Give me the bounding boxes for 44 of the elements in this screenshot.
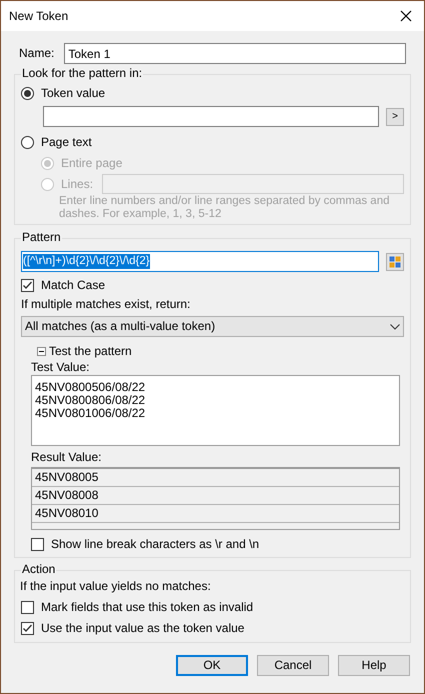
collapse-toggle-icon[interactable] (37, 347, 46, 356)
test-pattern-label: Test the pattern (49, 344, 132, 359)
pattern-builder-button[interactable] (386, 252, 404, 270)
multiple-matches-label: If multiple matches exist, return: (21, 297, 192, 312)
dialog-button[interactable]: Help (338, 655, 410, 676)
checkbox[interactable] (21, 601, 34, 614)
token-value-field[interactable] (43, 106, 379, 127)
close-icon[interactable] (400, 10, 412, 22)
name-label: Name: (19, 46, 54, 61)
checkbox[interactable] (21, 622, 34, 635)
radio-label: Page text (41, 135, 92, 150)
dialog-button[interactable]: OK (176, 655, 248, 676)
grid-icon (389, 256, 401, 268)
radio-label: Lines: (61, 176, 94, 192)
test-value-label: Test Value: (31, 360, 90, 375)
checkbox-label: Show line break characters as \r and \n (51, 537, 260, 552)
multiple-matches-dropdown[interactable]: All matches (as a multi-value token) (21, 316, 404, 337)
radio-button[interactable] (21, 136, 34, 149)
pattern-field[interactable]: ([^\r\n]+)\d{2}\/\d{2}\/\d{2} (21, 251, 379, 272)
result-row: 45NV08005 (32, 469, 399, 487)
test-value-line: 45NV0801006/08/22 (35, 407, 146, 420)
group-title: Look for the pattern in: (21, 66, 144, 81)
result-value-label: Result Value: (31, 450, 102, 465)
name-field[interactable]: Token 1 (64, 43, 406, 64)
checkbox[interactable] (21, 279, 34, 292)
browse-button[interactable]: > (386, 108, 404, 126)
checkbox-label: Use the input value as the token value (41, 621, 244, 636)
window-title: New Token (9, 8, 68, 24)
action-prompt: If the input value yields no matches: (20, 579, 212, 594)
radio-label: Entire page (61, 156, 122, 170)
test-value-field[interactable]: 45NV0800506/08/22 45NV0800806/08/22 45NV0801006/08/22 (31, 375, 400, 446)
checkbox-label: Match Case (41, 278, 106, 293)
dialog-button[interactable]: Cancel (257, 655, 329, 676)
test-value-line: 45NV0800506/08/22 (35, 381, 146, 394)
hint-text: Enter line numbers and/or line ranges separated by commas and dashes. For example, 1, 3, 5-12 (59, 195, 390, 221)
pattern-text: ([^\r\n]+)\d{2}\/\d{2}\/\d{2} (23, 254, 150, 269)
test-value-line: 45NV0800806/08/22 (35, 394, 146, 407)
radio-button[interactable] (21, 87, 34, 100)
radio-label: Token value (41, 86, 106, 101)
result-row: 45NV08010 (32, 505, 399, 523)
result-row: 45NV08008 (32, 487, 399, 505)
checkbox[interactable] (31, 538, 44, 551)
checkbox-label: Mark fields that use this token as invalid (41, 600, 254, 615)
chevron-down-icon (390, 324, 400, 330)
